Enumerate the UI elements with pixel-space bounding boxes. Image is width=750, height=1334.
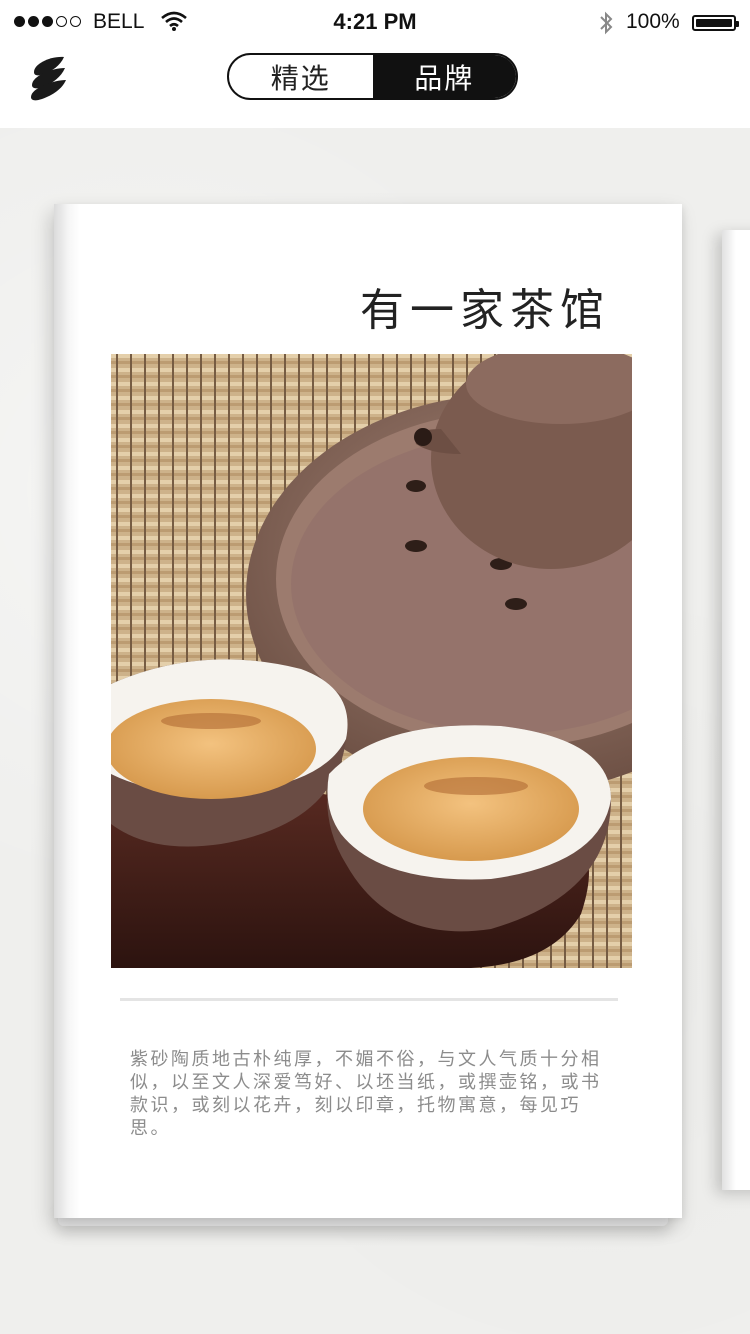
teapot-and-tea-cups-photo [111,354,632,968]
divider [120,998,618,1001]
bluetooth-icon [600,11,613,35]
battery-percentage: 100% [626,10,680,33]
segmented-control: 精选 品牌 [227,53,518,100]
battery-icon [692,15,739,31]
card-description: 紫砂陶质地古朴纯厚，不媚不俗，与文人气质十分相似，以至文人深爱笃好、以坯当纸，或… [130,1049,602,1139]
content-card[interactable]: 有一家茶馆 紫砂陶质地古朴纯厚，不媚不俗，与文人气质十分相似，以至文人深爱笃好、… [54,204,682,1218]
tab-featured[interactable]: 精选 [229,55,373,98]
tab-brand[interactable]: 品牌 [372,55,516,98]
card-title: 有一家茶馆 [360,285,610,336]
next-card[interactable] [722,230,750,1190]
status-bar: BELL 4:21 PM 100% [0,0,750,46]
top-nav: 精选 品牌 [0,46,750,128]
brand-logo-icon[interactable] [28,54,68,102]
